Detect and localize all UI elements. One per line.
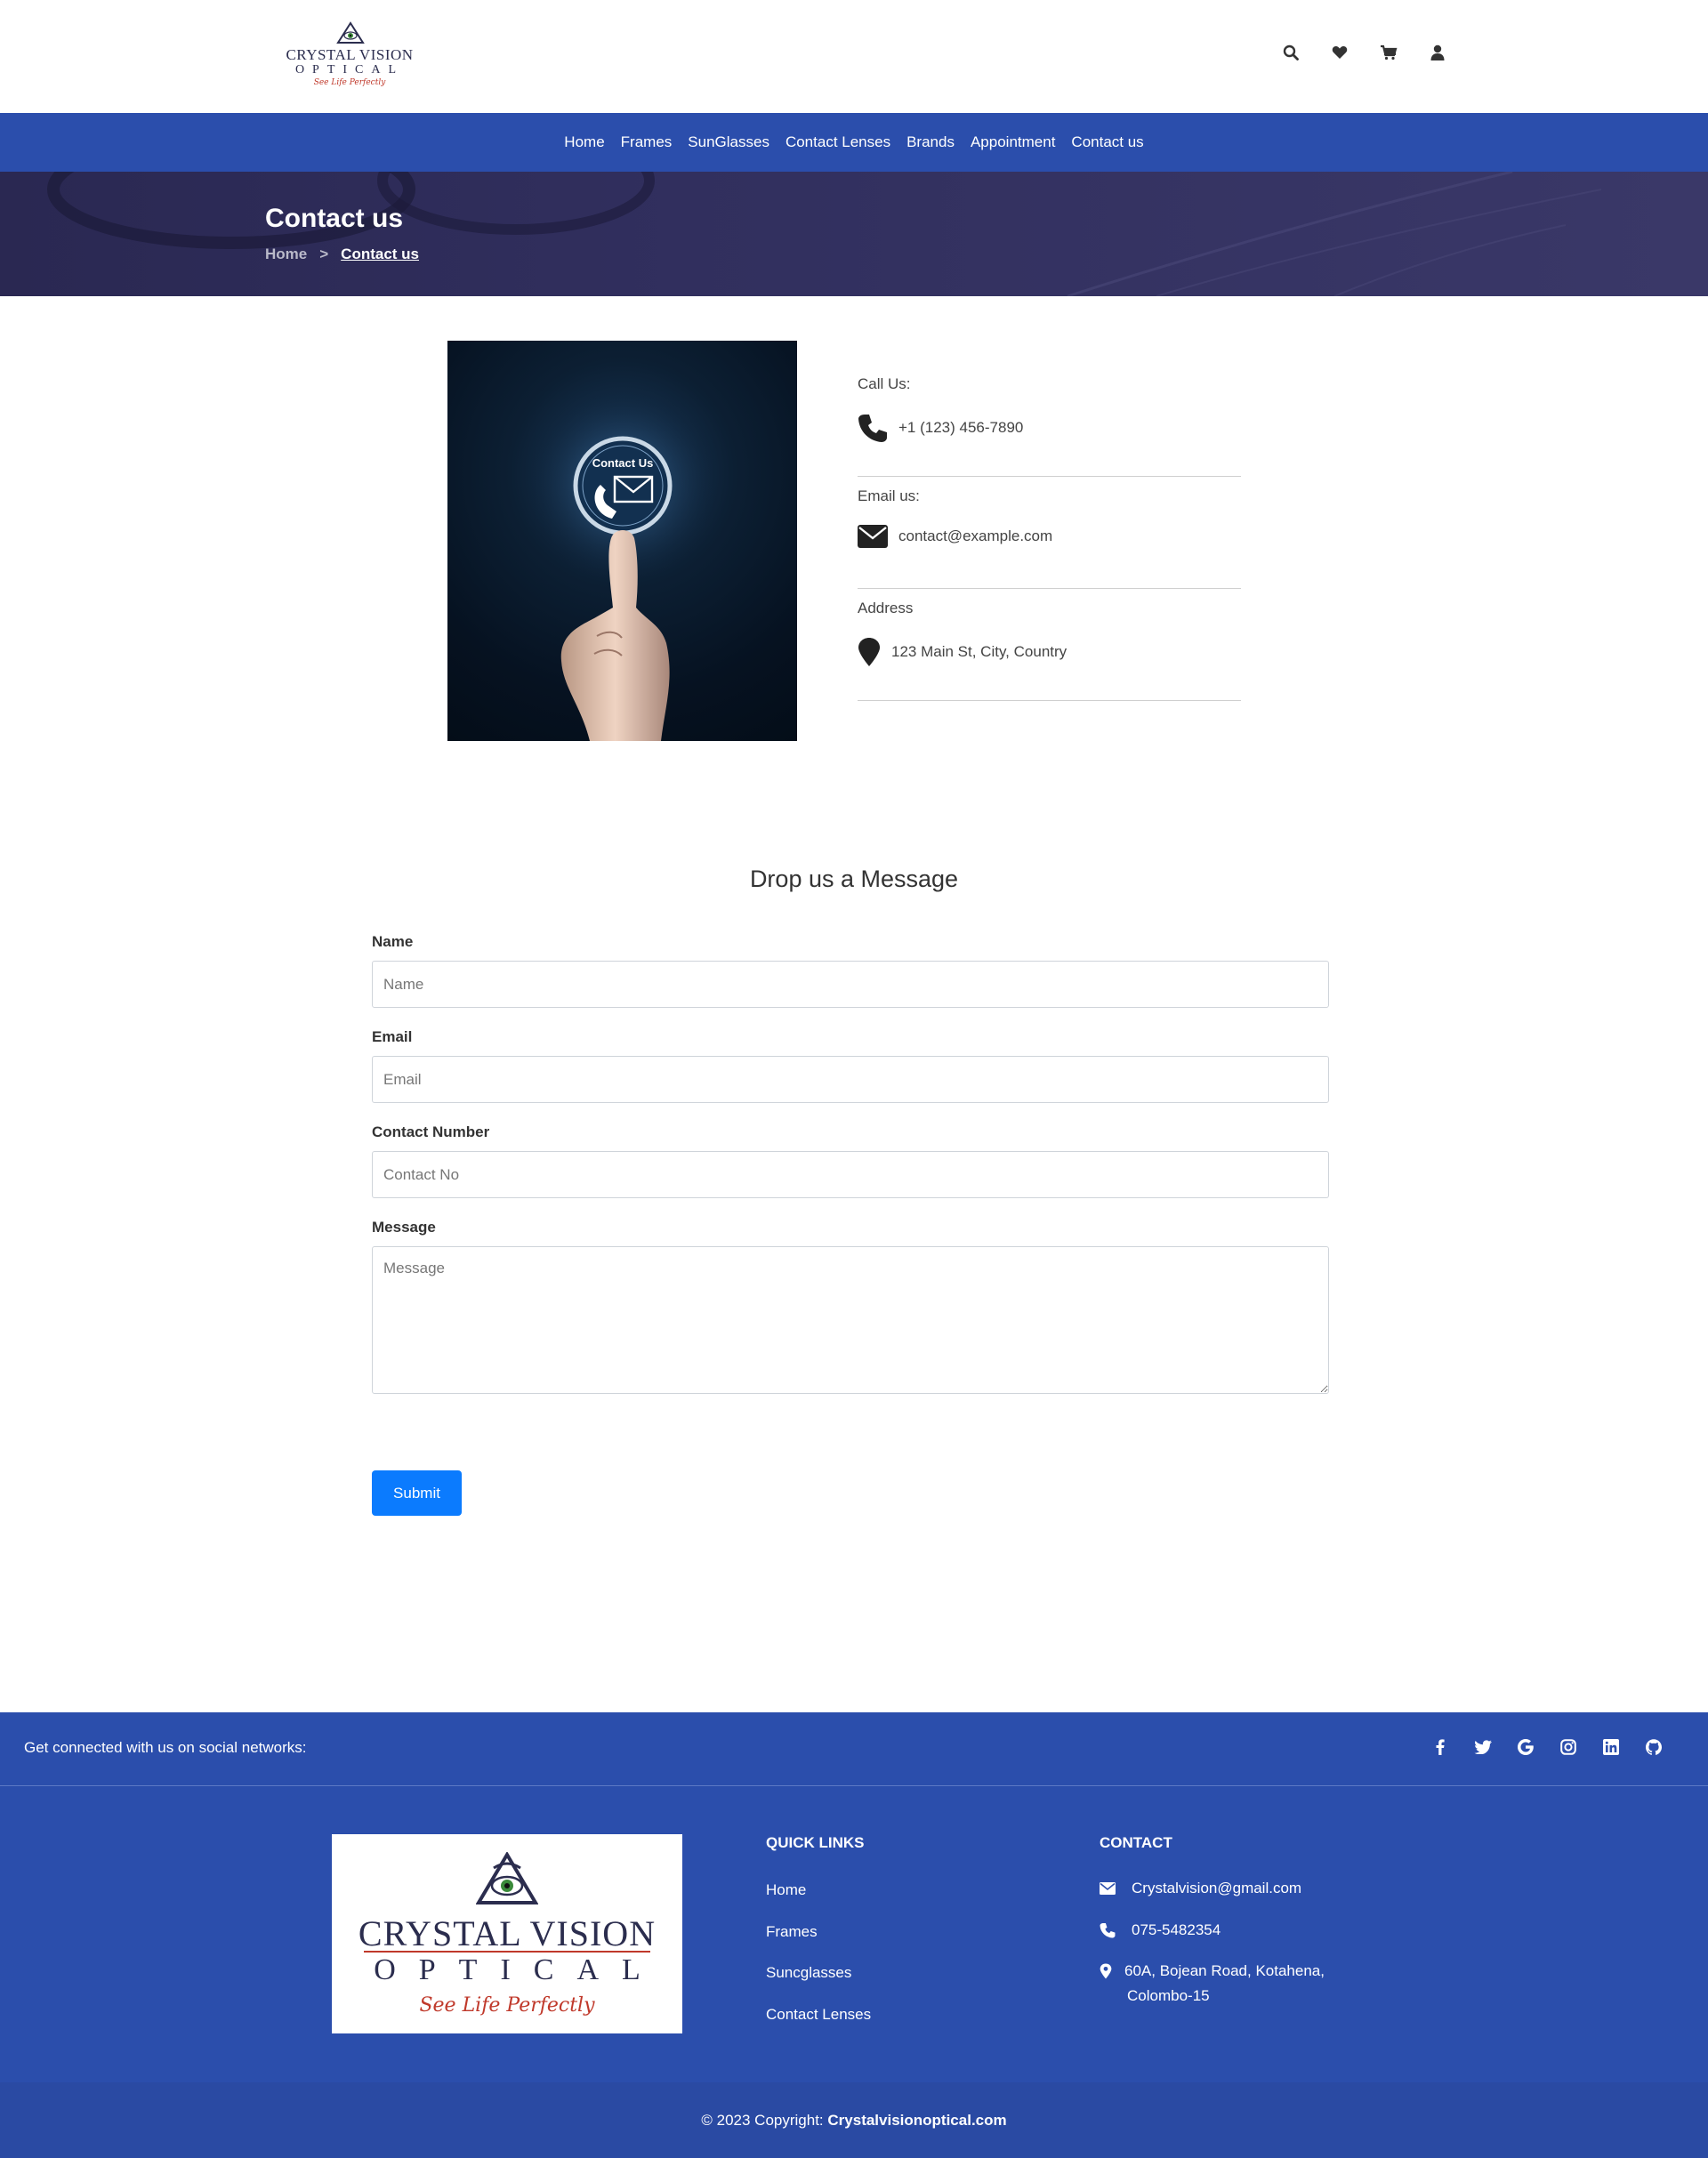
footer-logo-line1: CRYSTAL VISION [358,1913,657,1953]
page-title: Contact us [265,204,404,233]
contact-us-touch-graphic: Contact Us [525,388,721,741]
contact-number-input[interactable] [372,1151,1329,1198]
call-row: +1 (123) 456-7890 [858,413,1023,443]
footer-phone[interactable]: 075-5482354 [1132,1921,1221,1939]
copyright-bar: © 2023 Copyright: Crystalvisionoptical.c… [0,2082,1708,2158]
message-label: Message [372,1219,436,1236]
map-pin-icon [858,638,880,666]
copyright-text: © 2023 Copyright: [701,2112,824,2129]
envelope-icon [1100,1882,1116,1895]
eye-triangle-logo-icon [476,1852,538,1904]
google-icon[interactable] [1516,1737,1535,1757]
logo-tagline: See Life Perfectly [313,78,386,87]
user-icon[interactable] [1428,43,1447,62]
footer-link-contact-lenses[interactable]: Contact Lenses [766,2006,871,2024]
envelope-icon [858,525,888,548]
logo-line1: CRYSTAL VISION [286,46,414,63]
email-value[interactable]: contact@example.com [898,527,1052,545]
email-row: contact@example.com [858,525,1052,548]
email-block: Email us: contact@example.com [858,477,1241,589]
footer-link-frames[interactable]: Frames [766,1923,818,1941]
breadcrumb-separator: > [319,246,329,262]
contact-info: Call Us: +1 (123) 456-7890 Email us: con… [858,365,1241,701]
header-actions [1281,43,1447,62]
form-title: Drop us a Message [749,866,959,892]
submit-button[interactable]: Submit [372,1470,462,1516]
site-header: CRYSTAL VISION OPTICAL See Life Perfectl… [0,0,1708,113]
message-textarea[interactable] [372,1246,1329,1394]
address-label: Address [858,600,914,616]
footer-email[interactable]: Crystalvision@gmail.com [1132,1880,1301,1897]
call-block: Call Us: +1 (123) 456-7890 [858,365,1241,477]
footer-logo-line2: OPTICAL [374,1953,664,1986]
phone-icon [858,415,887,442]
map-pin-icon [1100,1963,1112,1979]
name-input[interactable] [372,961,1329,1008]
phone-icon [1100,1923,1116,1938]
footer-phone-row: 075-5482354 [1100,1921,1221,1939]
nav-brands[interactable]: Brands [906,133,955,151]
eye-triangle-logo-icon [336,21,365,44]
nav-appointment[interactable]: Appointment [971,133,1055,151]
site-logo[interactable]: CRYSTAL VISION OPTICAL See Life Perfectl… [283,20,416,91]
site-footer: Get connected with us on social networks… [0,1712,1708,2158]
call-label: Call Us: [858,375,911,392]
facebook-icon[interactable] [1430,1737,1450,1757]
name-label: Name [372,933,414,950]
badge-text: Contact Us [592,456,654,470]
nav-home[interactable]: Home [564,133,604,151]
page-banner: Contact us Home > Contact us [0,172,1708,296]
address-value: 123 Main St, City, Country [891,643,1068,660]
nav-contact-us[interactable]: Contact us [1071,133,1143,151]
nav-frames[interactable]: Frames [621,133,673,151]
nav-sunglasses[interactable]: SunGlasses [688,133,769,151]
heart-icon[interactable] [1330,43,1349,62]
breadcrumb: Home > Contact us [265,246,419,263]
instagram-icon[interactable] [1559,1737,1578,1757]
copyright-site-link[interactable]: Crystalvisionoptical.com [827,2112,1006,2129]
social-icons [1430,1737,1664,1757]
social-bar: Get connected with us on social networks… [0,1712,1708,1786]
main-navigation: Home Frames SunGlasses Contact Lenses Br… [0,113,1708,172]
address-block: Address 123 Main St, City, Country [858,589,1241,701]
quick-links-title: QUICK LINKS [766,1834,865,1851]
github-icon[interactable] [1644,1737,1664,1757]
footer-logo[interactable]: CRYSTAL VISION OPTICAL See Life Perfectl… [332,1834,682,2033]
linkedin-icon[interactable] [1601,1737,1621,1757]
footer-logo-tagline: See Life Perfectly [419,1994,595,2017]
breadcrumb-home[interactable]: Home [265,246,307,262]
address-row: 123 Main St, City, Country [858,637,1067,667]
footer-logo-rule [364,1951,650,1953]
call-value[interactable]: +1 (123) 456-7890 [898,419,1023,437]
footer-address-line2: Colombo-15 [1127,1987,1210,2004]
email-label: Email us: [858,487,920,504]
contact-illustration: Contact Us [447,341,797,741]
email-label-form: Email [372,1028,413,1045]
footer-link-home[interactable]: Home [766,1881,806,1899]
email-input[interactable] [372,1056,1329,1103]
social-text: Get connected with us on social networks… [24,1739,307,1756]
cart-icon[interactable] [1379,43,1398,62]
footer-address-row: 60A, Bojean Road, Kotahena, [1100,1962,1325,1980]
contact-number-label: Contact Number [372,1123,490,1140]
breadcrumb-current[interactable]: Contact us [341,246,419,262]
logo-line2: OPTICAL [294,63,405,76]
footer-email-row: Crystalvision@gmail.com [1100,1880,1301,1897]
footer-link-sunglasses[interactable]: Suncglasses [766,1964,851,1982]
banner-background-graphic [47,172,1602,296]
search-icon[interactable] [1281,43,1301,62]
nav-contact-lenses[interactable]: Contact Lenses [786,133,890,151]
contact-title: CONTACT [1100,1834,1172,1851]
twitter-icon[interactable] [1473,1737,1493,1757]
footer-address-line1: 60A, Bojean Road, Kotahena, [1124,1962,1325,1979]
